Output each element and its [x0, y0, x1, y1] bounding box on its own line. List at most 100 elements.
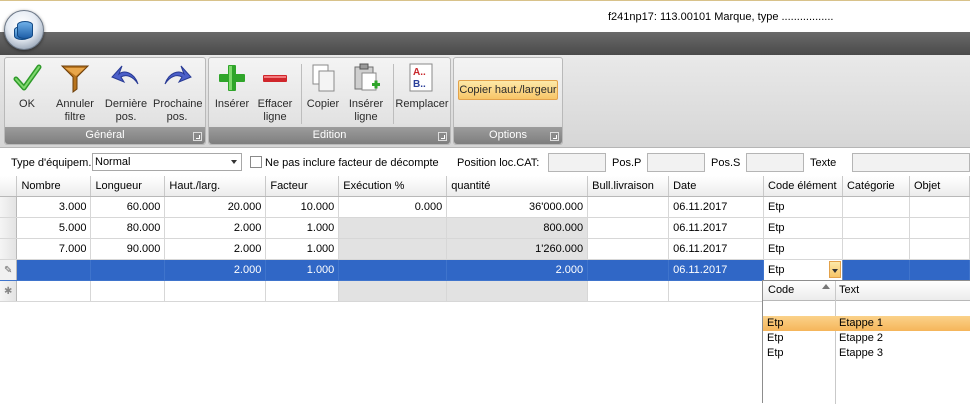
- table-row[interactable]: 3.000 60.000 20.000 10.000 0.000 36'000.…: [0, 196, 970, 218]
- table-row-selected[interactable]: ✎ 2.000 1.000 2.000 06.11.2017 Etp: [0, 258, 970, 281]
- longueur-cell[interactable]: 60.000: [90, 196, 166, 218]
- group-general: OK Annuler filtre Dernière pos. Prochain…: [4, 57, 206, 145]
- execution-cell[interactable]: 0.000: [338, 196, 448, 218]
- checkmark-icon: [11, 62, 43, 94]
- dropdown-column-code[interactable]: Code: [768, 284, 794, 296]
- haut-cell[interactable]: 2.000: [164, 259, 267, 281]
- row-header[interactable]: ✎: [0, 259, 18, 281]
- dropdown-button[interactable]: [828, 260, 841, 278]
- quantite-cell[interactable]: 36'000.000: [446, 196, 589, 218]
- column-header[interactable]: Catégorie: [842, 176, 910, 197]
- clear-filter-button[interactable]: Annuler filtre: [51, 62, 99, 124]
- column-header[interactable]: Exécution %: [338, 176, 448, 197]
- text-field[interactable]: [852, 153, 970, 172]
- nombre-cell[interactable]: 3.000: [16, 196, 92, 218]
- bull-cell[interactable]: [587, 196, 670, 218]
- position-cat-label: Position loc.CAT:: [457, 157, 540, 169]
- objet-cell[interactable]: [909, 217, 970, 239]
- bull-cell[interactable]: [587, 280, 670, 302]
- categorie-cell[interactable]: [842, 238, 910, 260]
- equipment-type-select[interactable]: Normal: [92, 153, 242, 171]
- delete-line-button[interactable]: Effacer ligne: [251, 62, 299, 124]
- row-header[interactable]: ✱: [0, 280, 18, 302]
- column-header[interactable]: Nombre: [16, 176, 92, 197]
- longueur-cell[interactable]: [90, 280, 166, 302]
- column-header[interactable]: quantité: [446, 176, 589, 197]
- application-menu-button[interactable]: [4, 10, 44, 50]
- nombre-cell[interactable]: [16, 280, 92, 302]
- column-header[interactable]: Bull.livraison: [587, 176, 670, 197]
- group-general-launcher[interactable]: [193, 132, 202, 141]
- facteur-cell[interactable]: 1.000: [265, 259, 340, 281]
- code-element-editor[interactable]: Etp: [763, 258, 843, 281]
- row-header[interactable]: [0, 238, 18, 260]
- bull-cell[interactable]: [587, 217, 670, 239]
- pos-s-field[interactable]: [746, 153, 804, 172]
- group-edition-launcher[interactable]: [438, 132, 447, 141]
- longueur-cell[interactable]: 90.000: [90, 238, 166, 260]
- table-row[interactable]: 5.000 80.000 2.000 1.000 800.000 06.11.2…: [0, 217, 970, 239]
- nombre-cell[interactable]: 5.000: [16, 217, 92, 239]
- dropdown-column-text[interactable]: Text: [839, 284, 859, 296]
- dropdown-item[interactable]: Etp Etappe 3: [763, 346, 970, 361]
- copy-label: Copier: [306, 98, 340, 110]
- copy-height-width-button[interactable]: Copier haut./largeur: [458, 80, 558, 100]
- code-cell[interactable]: Etp: [763, 217, 843, 239]
- row-header[interactable]: [0, 217, 18, 239]
- insert-button[interactable]: Insérer: [208, 62, 256, 111]
- position-cat-field[interactable]: [548, 153, 606, 172]
- group-options-launcher[interactable]: [550, 132, 559, 141]
- haut-cell[interactable]: 2.000: [164, 217, 267, 239]
- haut-cell[interactable]: [164, 280, 267, 302]
- next-position-button[interactable]: Prochaine pos.: [153, 62, 203, 124]
- pos-p-field[interactable]: [647, 153, 705, 172]
- replace-button[interactable]: A.. B.. Remplacer: [395, 62, 449, 111]
- dropdown-item[interactable]: Etp Etappe 2: [763, 331, 970, 346]
- table-row[interactable]: 7.000 90.000 2.000 1.000 1'260.000 06.11…: [0, 238, 970, 260]
- ok-button[interactable]: OK: [3, 62, 51, 111]
- date-cell[interactable]: 06.11.2017: [668, 238, 765, 260]
- copy-button[interactable]: Copier: [299, 62, 347, 111]
- column-header[interactable]: Facteur: [265, 176, 340, 197]
- exclude-factor-checkbox[interactable]: [250, 156, 262, 168]
- replace-icon: A.. B..: [406, 62, 438, 94]
- facteur-cell[interactable]: 10.000: [265, 196, 340, 218]
- column-header[interactable]: Longueur: [90, 176, 166, 197]
- code-cell[interactable]: Etp: [763, 196, 843, 218]
- categorie-cell[interactable]: [842, 217, 910, 239]
- longueur-cell[interactable]: [90, 259, 166, 281]
- objet-cell[interactable]: [909, 259, 970, 281]
- last-position-button[interactable]: Dernière pos.: [102, 62, 150, 124]
- objet-cell[interactable]: [909, 238, 970, 260]
- categorie-cell[interactable]: [842, 196, 910, 218]
- nombre-cell[interactable]: [16, 259, 92, 281]
- dropdown-item-code: Etp: [767, 317, 784, 329]
- facteur-cell[interactable]: [265, 280, 340, 302]
- bull-cell[interactable]: [587, 259, 670, 281]
- column-header[interactable]: Haut./larg.: [164, 176, 267, 197]
- bull-cell[interactable]: [587, 238, 670, 260]
- categorie-cell[interactable]: [842, 259, 910, 281]
- date-cell[interactable]: 06.11.2017: [668, 217, 765, 239]
- nombre-cell[interactable]: 7.000: [16, 238, 92, 260]
- code-cell[interactable]: Etp: [763, 238, 843, 260]
- haut-cell[interactable]: 20.000: [164, 196, 267, 218]
- insert-line-button[interactable]: Insérer ligne: [342, 62, 390, 124]
- date-cell[interactable]: [668, 280, 765, 302]
- column-header[interactable]: Date: [668, 176, 765, 197]
- clear-filter-label-1: Annuler: [56, 98, 94, 110]
- date-cell[interactable]: 06.11.2017: [668, 196, 765, 218]
- dropdown-item[interactable]: Etp Etappe 1: [763, 316, 970, 331]
- longueur-cell[interactable]: 80.000: [90, 217, 166, 239]
- column-header[interactable]: Code élément: [763, 176, 843, 197]
- objet-cell[interactable]: [909, 196, 970, 218]
- ribbon: OK Annuler filtre Dernière pos. Prochain…: [0, 55, 970, 148]
- row-header[interactable]: [0, 196, 18, 218]
- facteur-cell[interactable]: 1.000: [265, 217, 340, 239]
- column-header[interactable]: Objet: [909, 176, 970, 197]
- haut-cell[interactable]: 2.000: [164, 238, 267, 260]
- facteur-cell[interactable]: 1.000: [265, 238, 340, 260]
- group-options-label: Options: [454, 127, 562, 144]
- quantite-cell: 2.000: [446, 259, 589, 281]
- date-cell[interactable]: 06.11.2017: [668, 259, 765, 281]
